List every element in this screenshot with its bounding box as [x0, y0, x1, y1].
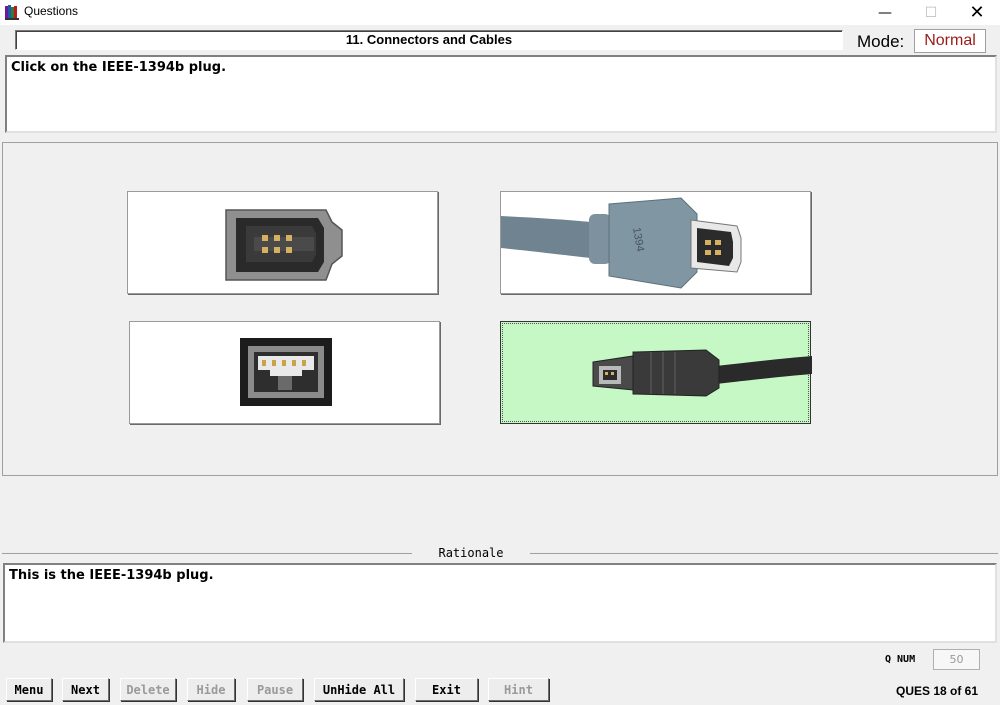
title-bar — [0, 0, 1000, 25]
pause-button[interactable]: Pause — [247, 678, 303, 701]
mode-value: Normal — [914, 29, 986, 53]
question-counter: QUES 18 of 61 — [896, 684, 979, 698]
hint-button-label: Hint — [504, 682, 533, 697]
hint-button[interactable]: Hint — [488, 678, 549, 701]
close-icon[interactable]: ✕ — [954, 0, 1000, 25]
rationale-divider-left — [2, 553, 412, 554]
next-button[interactable]: Next — [62, 678, 109, 701]
rationale-divider-right — [530, 553, 998, 554]
hide-button-label: Hide — [196, 682, 226, 697]
delete-button-label: Delete — [126, 682, 170, 697]
exit-button[interactable]: Exit — [415, 678, 478, 701]
answer-choice-4[interactable] — [500, 321, 812, 424]
section-title: 11. Connectors and Cables — [15, 30, 843, 50]
answer-choice-2[interactable]: 1394 — [500, 191, 811, 294]
mode-label: Mode: — [857, 32, 905, 51]
question-text: Click on the IEEE-1394b plug. — [5, 55, 997, 133]
rationale-text: This is the IEEE-1394b plug. — [3, 563, 997, 643]
firewire-6pin-plug-image: 1394 — [501, 197, 742, 289]
menu-button[interactable]: Menu — [6, 678, 52, 701]
qnum-label: Q NUM — [885, 654, 916, 665]
next-button-label: Next — [71, 682, 100, 697]
firewire-6pin-socket-image — [225, 209, 343, 281]
minimize-icon[interactable]: — — [862, 0, 908, 25]
maximize-icon[interactable]: ☐ — [908, 0, 954, 25]
books-app-icon — [5, 5, 19, 20]
unhide-all-button[interactable]: UnHide All — [314, 678, 404, 701]
menu-button-label: Menu — [14, 682, 44, 697]
delete-button[interactable]: Delete — [120, 678, 176, 701]
rationale-label: Rationale — [438, 546, 504, 560]
pause-button-label: Pause — [256, 682, 294, 697]
answer-choice-3[interactable] — [129, 321, 440, 424]
qnum-field[interactable]: 50 — [933, 649, 980, 670]
firewire-4pin-plug-image — [592, 349, 812, 397]
exit-button-label: Exit — [432, 682, 461, 697]
firewire-9pin-socket-image — [240, 338, 332, 406]
hide-button[interactable]: Hide — [187, 678, 235, 701]
window-title: Questions — [24, 4, 79, 18]
answer-choice-1[interactable] — [127, 191, 438, 294]
unhide-all-button-label: UnHide All — [322, 682, 396, 697]
